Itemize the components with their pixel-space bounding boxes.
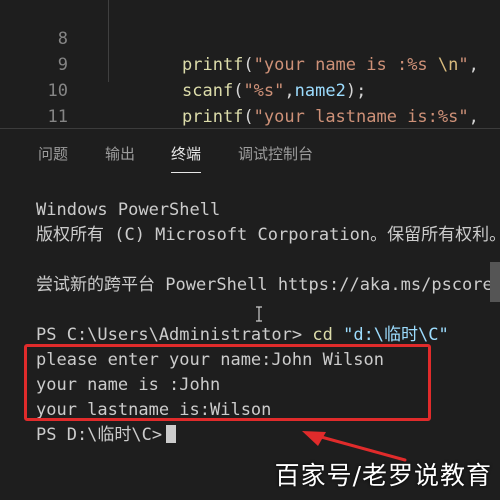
string-literal: "your name is :%s [253, 55, 438, 75]
tab-problems[interactable]: 问题 [38, 129, 68, 179]
function-name: printf [182, 107, 244, 127]
tab-terminal[interactable]: 终端 [171, 129, 202, 179]
string-literal: "%s" [243, 81, 285, 101]
code-line[interactable]: 10 printf("your lastname is:%s", [0, 52, 479, 127]
panel-tab-bar: 问题 输出 终端 调试控制台 [0, 129, 500, 179]
tab-debug-console[interactable]: 调试控制台 [238, 129, 313, 179]
terminal-cursor [166, 425, 177, 443]
terminal-command-arg: "d:\临时\C" [343, 325, 449, 345]
terminal-prompt: PS C:\Users\Administrator> [36, 325, 303, 345]
terminal-line: 版权所有 (C) Microsoft Corporation。保留所有权利。 [36, 225, 500, 245]
tab-output[interactable]: 输出 [105, 129, 135, 179]
highlight-box [24, 344, 431, 421]
terminal[interactable]: Windows PowerShell 版权所有 (C) Microsoft Co… [0, 180, 500, 500]
terminal-line: 尝试新的跨平台 PowerShell https://aka.ms/pscore… [36, 275, 500, 295]
terminal-prompt: PS D:\临时\C> [36, 425, 163, 445]
escape-sequence: \n [437, 55, 459, 75]
function-name: printf [182, 55, 244, 75]
terminal-command: cd [312, 325, 333, 345]
code-line[interactable]: 9 scanf("%s",name2); [0, 26, 367, 101]
indent-guide [108, 0, 109, 82]
code-line[interactable]: 8 printf("your name is :%s \n", [0, 0, 479, 75]
code-editor[interactable]: 8 printf("your name is :%s \n", 9 scanf(… [0, 0, 500, 130]
terminal-line: Windows PowerShell [36, 200, 221, 220]
string-literal: "your lastname is:%s" [253, 107, 469, 127]
terminal-scrollbar[interactable] [490, 262, 500, 302]
code-line[interactable]: 12 [0, 104, 41, 130]
code-line[interactable]: 11 } [0, 78, 68, 127]
terminal-final-prompt[interactable]: PS D:\临时\C> [36, 423, 177, 448]
function-name: scanf [182, 81, 234, 101]
watermark: 百家号/老罗说教育 [274, 461, 492, 490]
text-cursor-icon [256, 306, 262, 322]
variable: name2 [294, 81, 346, 101]
